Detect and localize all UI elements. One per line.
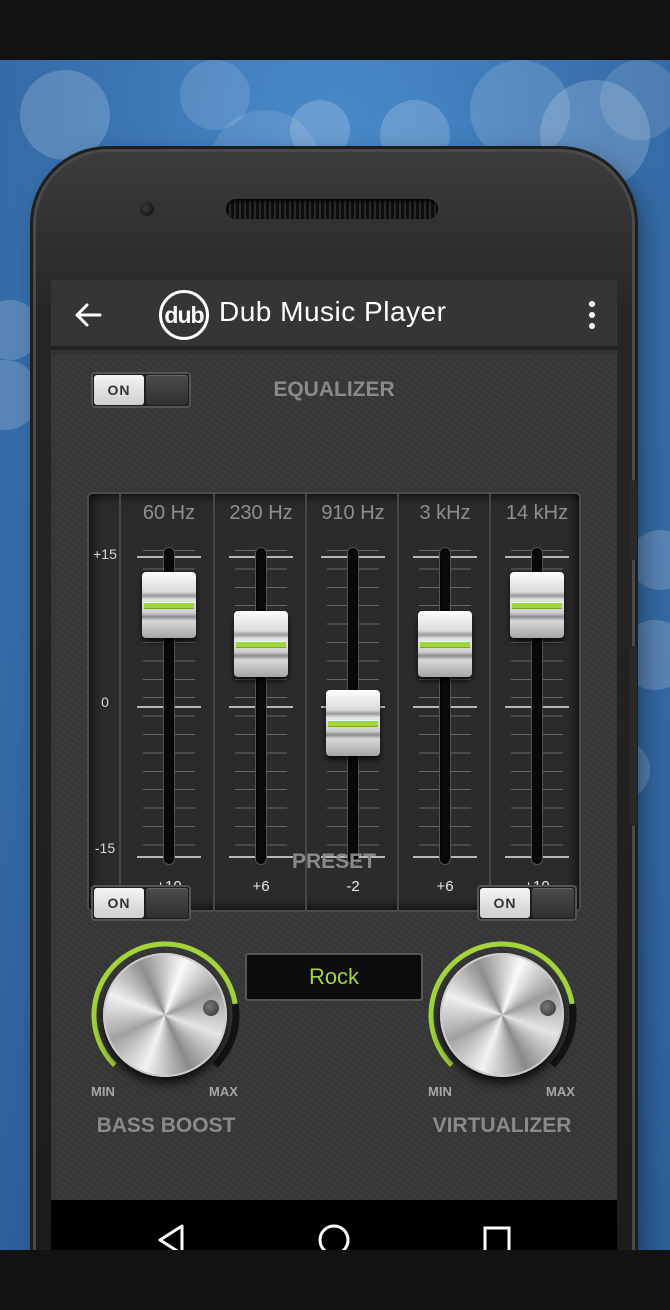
bokeh-light bbox=[600, 60, 670, 140]
app-logo: dub bbox=[159, 290, 209, 340]
dial-indicator bbox=[203, 999, 220, 1016]
bass-boost-toggle[interactable]: ON bbox=[91, 885, 191, 921]
dial-indicator bbox=[540, 999, 557, 1016]
volume-button bbox=[630, 480, 637, 560]
virtualizer-max-label: MAX bbox=[546, 1084, 575, 1099]
eq-band: 910 Hz -2 bbox=[307, 494, 399, 910]
toggle-label: ON bbox=[480, 888, 530, 918]
toggle-knob bbox=[532, 888, 574, 918]
slider-handle[interactable] bbox=[142, 572, 196, 638]
equalizer-toggle[interactable]: ON bbox=[91, 372, 191, 408]
more-vert-icon[interactable] bbox=[581, 298, 603, 332]
toggle-label: ON bbox=[94, 888, 144, 918]
bokeh-light bbox=[20, 70, 110, 160]
nav-bar bbox=[51, 1200, 617, 1250]
slider-handle[interactable] bbox=[418, 611, 472, 678]
toggle-label: ON bbox=[94, 375, 144, 405]
band-frequency: 3 kHz bbox=[419, 502, 471, 524]
app-bar: dub Dub Music Player bbox=[51, 280, 617, 350]
db-scale: +15 0 -15 bbox=[89, 494, 121, 910]
bottom-bar bbox=[0, 1250, 670, 1310]
eq-band: 230 Hz +6 bbox=[215, 494, 307, 910]
toggle-knob bbox=[146, 375, 188, 405]
eq-band: 14 kHz+10 bbox=[491, 494, 583, 910]
triangle-back-icon[interactable] bbox=[152, 1220, 192, 1250]
status-bar bbox=[0, 0, 670, 60]
slider-handle[interactable] bbox=[234, 611, 288, 678]
band-frequency: 14 kHz bbox=[505, 502, 569, 524]
preset-label: PRESET bbox=[291, 850, 377, 873]
front-camera bbox=[140, 202, 154, 216]
slider-handle[interactable] bbox=[326, 689, 380, 756]
circle-home-icon[interactable] bbox=[314, 1220, 354, 1250]
band-frequency: 910 Hz bbox=[321, 502, 385, 524]
equalizer-panel: ON EQUALIZER +15 0 -15 60 Hz+10 230 Hz +6 9… bbox=[51, 354, 617, 1200]
slider-handle[interactable] bbox=[510, 572, 564, 638]
bokeh-light bbox=[0, 300, 40, 360]
equalizer-bands: +15 0 -15 60 Hz+10230 Hz+6910 Hz-23 kHz+… bbox=[87, 492, 581, 912]
toggle-knob bbox=[146, 888, 188, 918]
slider-track[interactable] bbox=[256, 548, 266, 864]
band-gain: -2 bbox=[346, 878, 360, 895]
virtualizer-dial[interactable] bbox=[427, 940, 577, 1090]
band-frequency: 230 Hz bbox=[229, 502, 293, 524]
band-frequency: 60 Hz bbox=[142, 502, 196, 524]
virtualizer-min-label: MIN bbox=[428, 1084, 452, 1099]
bass-min-label: MIN bbox=[91, 1084, 115, 1099]
bass-boost-dial[interactable] bbox=[90, 940, 240, 1090]
bass-max-label: MAX bbox=[209, 1084, 238, 1099]
square-recents-icon[interactable] bbox=[477, 1220, 517, 1250]
bokeh-light bbox=[0, 360, 40, 430]
slider-track[interactable] bbox=[440, 548, 450, 864]
virtualizer-toggle[interactable]: ON bbox=[477, 885, 577, 921]
band-gain: +6 bbox=[252, 878, 270, 895]
app-title: Dub Music Player bbox=[219, 296, 447, 327]
equalizer-label: EQUALIZER bbox=[273, 378, 395, 401]
db-label-max: +15 bbox=[93, 546, 117, 562]
app-screen: dub Dub Music Player ON EQUALIZER +15 0 … bbox=[51, 280, 617, 1250]
db-label-min: -15 bbox=[94, 840, 116, 856]
eq-band: 60 Hz+10 bbox=[123, 494, 215, 910]
virtualizer-label: VIRTUALIZER bbox=[432, 1114, 572, 1137]
arrow-left-icon[interactable] bbox=[73, 300, 103, 330]
earpiece-speaker bbox=[226, 199, 438, 219]
power-button bbox=[630, 646, 637, 826]
bass-boost-label: BASS BOOST bbox=[96, 1114, 236, 1137]
db-label-zero: 0 bbox=[101, 694, 109, 710]
eq-band: 3 kHz +6 bbox=[399, 494, 491, 910]
preset-selector[interactable]: Rock bbox=[245, 953, 423, 1001]
